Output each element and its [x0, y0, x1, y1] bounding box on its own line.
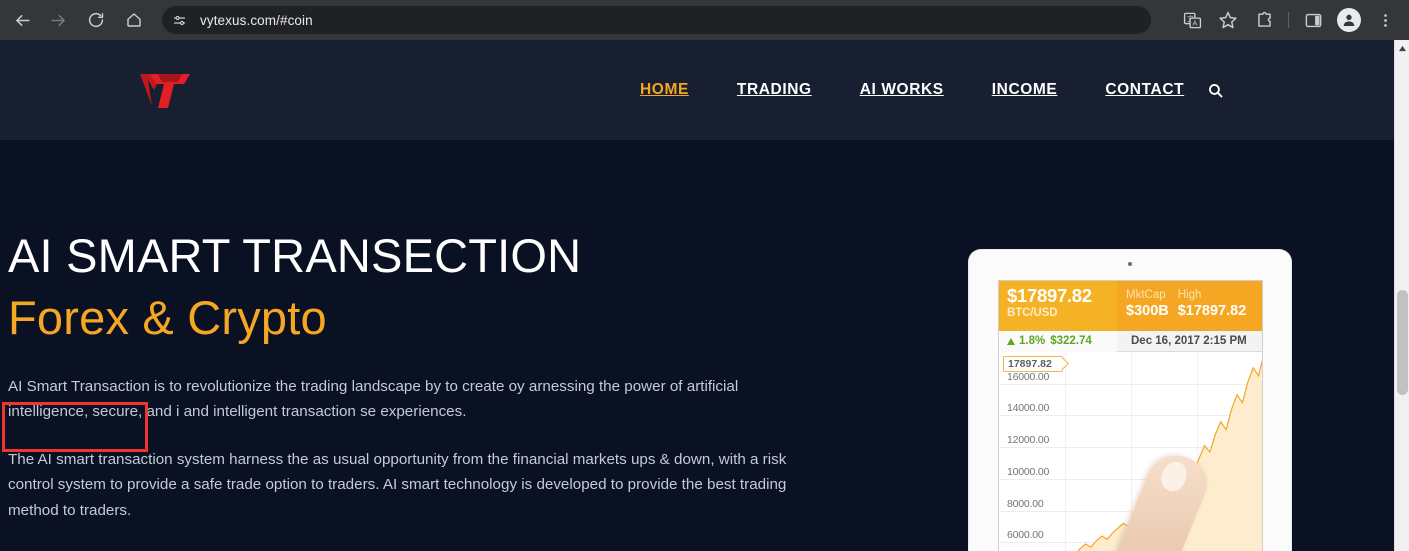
extensions-button[interactable] — [1250, 6, 1278, 34]
ticker-mktcap-label: MktCap — [1126, 289, 1166, 301]
ticker-high-value: $17897.82 — [1177, 303, 1247, 319]
nav-item-home[interactable]: HOME — [640, 81, 689, 99]
bookmark-button[interactable] — [1214, 6, 1242, 34]
page-title: AI SMART TRANSECTION — [8, 229, 582, 282]
ticker-mktcap-value: $300B — [1126, 303, 1169, 319]
ticker-pair: BTC/USD — [1007, 307, 1058, 319]
nav-item-trading[interactable]: TRADING — [737, 81, 812, 99]
scroll-up-button[interactable] — [1395, 40, 1409, 56]
forward-button[interactable] — [44, 6, 72, 34]
price-chart[interactable]: 16000.00 14000.00 12000.00 10000.00 8000.00 6… — [999, 352, 1262, 551]
hero-paragraph-2: The AI smart transaction system harness … — [8, 450, 787, 519]
ticker-mktcap: MktCap $300B — [1117, 281, 1169, 331]
hero-subtitle: Forex & Crypto — [8, 290, 808, 344]
profile-avatar[interactable] — [1337, 8, 1361, 32]
fingernail — [1157, 457, 1191, 495]
back-button[interactable] — [8, 6, 36, 34]
svg-text:A: A — [1192, 19, 1197, 27]
ticker-subbar: 1.8% $322.74 Dec 16, 2017 2:15 PM — [999, 330, 1262, 352]
translate-icon: 文 A — [1183, 12, 1201, 28]
star-icon — [1219, 11, 1237, 29]
three-dots-vertical-icon — [1383, 13, 1387, 27]
hero-highlight-forex: Forex — [8, 290, 130, 344]
chrome-menu-button[interactable] — [1371, 6, 1399, 34]
tune-sliders-icon — [173, 15, 185, 25]
browser-toolbar: vytexus.com/#coin 文 A — [0, 0, 1409, 40]
nav-item-contact[interactable]: CONTACT — [1105, 81, 1184, 99]
address-bar[interactable]: vytexus.com/#coin — [162, 6, 1151, 34]
search-icon — [1208, 83, 1223, 97]
url-text: vytexus.com/#coin — [200, 12, 313, 28]
translate-button[interactable]: 文 A — [1178, 6, 1206, 34]
back-arrow-icon — [15, 14, 30, 26]
ticker-high-label: High — [1177, 289, 1202, 301]
tablet-screen: $17897.82 BTC/USD MktCap $300B High $178… — [998, 280, 1263, 551]
triangle-up-icon — [1007, 337, 1015, 345]
toolbar-divider — [1288, 12, 1289, 28]
hero-section: AI SMART TRANSECTION Forex & Crypto AI S… — [0, 140, 1394, 551]
tablet-device-mockup: $17897.82 BTC/USD MktCap $300B High $178… — [969, 250, 1291, 551]
ticker-change: 1.8% $322.74 — [999, 330, 1117, 352]
hero-paragraph-3: Right the moment AI quantitative trading… — [8, 545, 798, 551]
scrollbar-thumb[interactable] — [1397, 290, 1408, 395]
site-header: HOME TRADING AI WORKS INCOME CONTACT — [0, 40, 1394, 140]
forward-arrow-icon — [50, 14, 65, 26]
toolbar-actions: 文 A — [1174, 6, 1403, 34]
extensions-puzzle-icon — [1257, 11, 1271, 27]
side-panel-button[interactable] — [1299, 6, 1327, 34]
ticker-change-percent: 1.8% — [1019, 335, 1046, 347]
ticker-high: High $17897.82 — [1169, 281, 1247, 331]
home-button[interactable] — [120, 6, 148, 34]
side-panel-icon — [1305, 13, 1321, 27]
ticker-timestamp: Dec 16, 2017 2:15 PM — [1131, 335, 1247, 347]
ticker-change-absolute: $322.74 — [1050, 335, 1092, 347]
ticker-price: $17897.82 — [1007, 285, 1092, 306]
search-button[interactable] — [1204, 79, 1226, 101]
ticker-price-cell: $17897.82 BTC/USD — [999, 281, 1117, 331]
price-ticker: $17897.82 BTC/USD MktCap $300B High $178… — [999, 281, 1262, 331]
home-icon — [127, 13, 141, 27]
nav-item-ai-works[interactable]: AI WORKS — [860, 81, 944, 99]
site-logo[interactable] — [138, 66, 192, 114]
nav-item-income[interactable]: INCOME — [992, 81, 1058, 99]
reload-button[interactable] — [82, 6, 110, 34]
chevron-up-icon — [1398, 45, 1406, 51]
page-viewport: HOME TRADING AI WORKS INCOME CONTACT AI … — [0, 40, 1394, 551]
hero-title-rest: & Crypto — [129, 290, 327, 344]
main-navigation: HOME TRADING AI WORKS INCOME CONTACT — [640, 40, 1226, 140]
site-info-button[interactable] — [168, 9, 190, 31]
person-icon — [1343, 14, 1355, 26]
page-scrollbar[interactable] — [1394, 40, 1409, 551]
vt-logo-icon — [140, 74, 190, 108]
tablet-camera-dot — [1128, 262, 1132, 266]
hero-copy: AI SMART TRANSECTION Forex & Crypto AI S… — [8, 232, 808, 551]
reload-icon — [88, 12, 104, 28]
hero-paragraph-1: AI Smart Transaction is to revolutionize… — [8, 377, 739, 421]
